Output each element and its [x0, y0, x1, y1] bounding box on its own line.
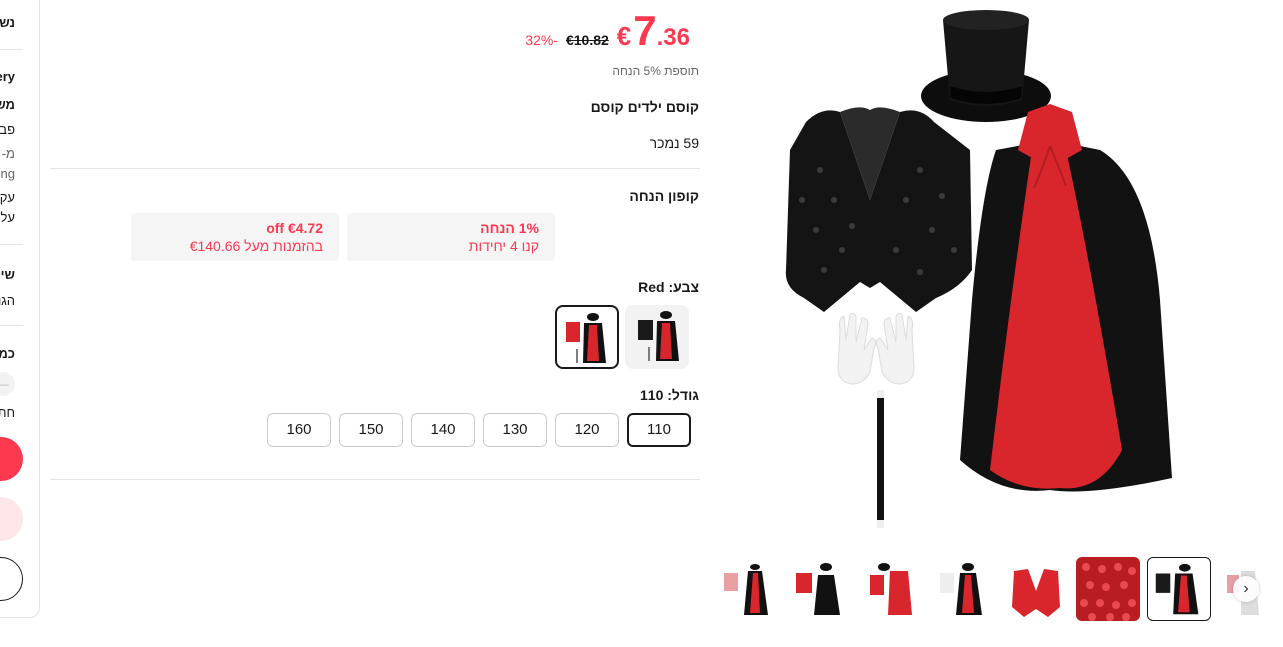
sold-count: 59 נמכר — [649, 135, 699, 151]
section-divider — [50, 479, 700, 480]
size-option-140[interactable]: 140 — [411, 413, 475, 447]
price-row: 32%- €10.82 € 7 .36 — [525, 10, 690, 52]
costume-thumbnail-icon — [870, 563, 912, 615]
shipping-line: עקב — [0, 190, 15, 205]
color-swatch-red[interactable] — [555, 305, 619, 369]
price-currency: € — [616, 21, 632, 51]
magic-wand-icon — [877, 390, 884, 528]
sidebar-divider — [0, 244, 23, 245]
gallery-thumbnail[interactable] — [1076, 557, 1140, 621]
gallery-thumbnail-selected[interactable] — [1147, 557, 1211, 621]
costume-red-thumbnail-icon — [566, 313, 606, 363]
coupon-condition: קנו 4 יחידות — [468, 238, 539, 254]
wishlist-button[interactable] — [0, 557, 23, 601]
chevron-right-icon: › — [1243, 580, 1249, 597]
gallery-thumbnail[interactable] — [1004, 557, 1068, 621]
product-info: 32%- €10.82 € 7 .36 תוספת 5% הנחה קוסם י… — [50, 0, 700, 490]
discount-percent: 32%- — [525, 32, 558, 48]
quantity-title: כמו — [0, 346, 15, 361]
price-decimal: .36 — [656, 24, 690, 51]
service-line: הגנו — [0, 293, 15, 308]
shipping-line: פבר — [0, 122, 15, 137]
costume-thumbnail-icon — [796, 563, 840, 615]
size-label: גודל: 110 — [640, 387, 699, 403]
coupon-condition: בהזמנות מעל €140.66 — [189, 238, 323, 254]
extra-discount-note: תוספת 5% הנחה — [612, 64, 699, 78]
original-price: €10.82 — [565, 32, 609, 48]
coupon-value: 1% הנחה — [480, 220, 539, 236]
coupon-section-title: קופון הנחה — [629, 188, 699, 204]
current-price: € 7 .36 — [617, 10, 690, 52]
sidebar-divider — [0, 325, 23, 326]
vest-thumbnail-icon — [1012, 569, 1060, 617]
gallery-thumbnail[interactable] — [860, 557, 924, 621]
costume-thumbnail-icon — [940, 563, 982, 615]
buy-now-button[interactable] — [0, 437, 23, 481]
shipping-line: על ה — [0, 210, 15, 225]
size-option-130[interactable]: 130 — [483, 413, 547, 447]
size-option-150[interactable]: 150 — [339, 413, 403, 447]
section-divider — [50, 168, 700, 169]
gallery-thumbnail[interactable] — [718, 557, 782, 621]
product-main-image[interactable] — [760, 0, 1200, 548]
gallery-next-button[interactable]: › — [1233, 576, 1259, 602]
costume-thumbnail-icon — [724, 564, 768, 615]
product-title: קוסם ילדים קוסם — [590, 99, 699, 115]
coupon-value: off €4.72 — [266, 220, 323, 236]
sequin-closeup-icon — [1080, 563, 1136, 621]
coupon-card[interactable]: 1% הנחה קנו 4 יחידות — [347, 213, 555, 261]
service-title: שיר — [0, 267, 15, 282]
quantity-decrease-button[interactable]: — — [0, 372, 15, 396]
top-hat-icon — [921, 10, 1051, 122]
ship-to-title: נש — [0, 15, 15, 30]
quantity-note: חתיכ — [0, 405, 15, 420]
shipping-sidebar-card: נש ery משי פבר מ- ב ping עקב על ה שיר הג… — [0, 0, 40, 618]
price-integer: 7 — [633, 7, 657, 54]
size-option-120[interactable]: 120 — [555, 413, 619, 447]
gallery-thumbnail[interactable] — [788, 557, 852, 621]
shipping-title: משי — [0, 97, 15, 112]
gallery-thumbnail[interactable] — [932, 557, 996, 621]
add-to-cart-button[interactable] — [0, 497, 23, 541]
costume-black-thumbnail-icon — [638, 311, 679, 361]
size-option-160[interactable]: 160 — [267, 413, 331, 447]
delivery-label: ery — [0, 69, 15, 84]
costume-thumbnail-icon — [1155, 563, 1199, 615]
cape-icon — [960, 104, 1172, 492]
shipping-line: מ- ב — [0, 146, 15, 161]
coupon-card[interactable]: off €4.72 בהזמנות מעל €140.66 — [131, 213, 339, 261]
size-option-110[interactable]: 110 — [627, 413, 691, 447]
sidebar-divider — [0, 49, 23, 50]
white-gloves-icon — [837, 313, 915, 385]
color-label: צבע: Red — [638, 279, 699, 295]
shipping-line: ping — [0, 166, 15, 181]
sequin-vest-icon — [785, 107, 972, 312]
color-swatch-black[interactable] — [625, 305, 689, 369]
